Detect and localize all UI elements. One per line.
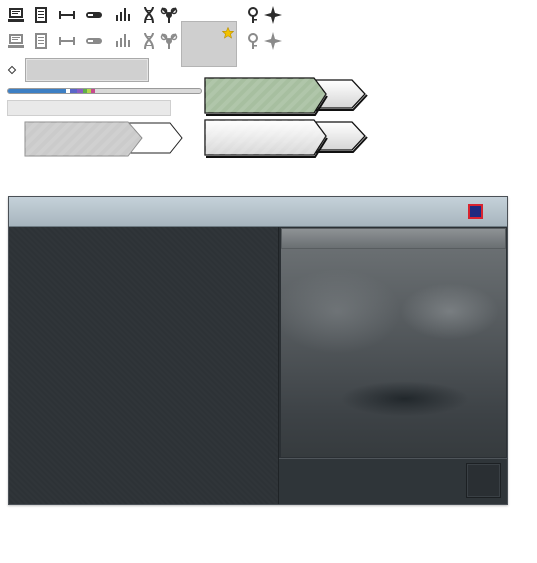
toggle-icon[interactable] <box>85 6 103 24</box>
bar-chart-icon <box>114 32 132 50</box>
computer-icon <box>7 32 25 50</box>
document-icon <box>32 32 50 50</box>
sparkle-icon[interactable] <box>264 6 282 24</box>
item-slot[interactable] <box>181 21 237 67</box>
preview-footer <box>279 458 507 504</box>
stat-bar <box>7 88 202 94</box>
diamond-bullet-icon <box>7 65 17 75</box>
pin-icon[interactable] <box>246 6 264 24</box>
sparkle-icon <box>264 32 282 50</box>
text-field[interactable] <box>25 58 149 82</box>
progress-track <box>7 100 171 116</box>
close-icon[interactable] <box>468 204 483 219</box>
bio-symbol-icon <box>160 32 178 50</box>
range-icon[interactable] <box>58 6 76 24</box>
range-icon <box>58 32 76 50</box>
preview-image <box>281 249 506 457</box>
left-pane <box>9 227 279 504</box>
bio-symbol-icon[interactable] <box>160 6 178 24</box>
bar-chart-icon[interactable] <box>114 6 132 24</box>
title-bar[interactable] <box>9 197 507 227</box>
computer-icon[interactable] <box>7 6 25 24</box>
dna-icon[interactable] <box>140 6 158 24</box>
gray-arrow-button[interactable] <box>24 121 186 159</box>
pin-icon <box>246 32 264 50</box>
light-arrow-button[interactable] <box>204 119 368 159</box>
toggle-icon <box>85 32 103 50</box>
right-pane <box>279 227 507 504</box>
stat-bar-segment <box>8 89 66 93</box>
preview-header <box>281 228 506 249</box>
dna-icon <box>140 32 158 50</box>
footer-slot[interactable] <box>466 463 501 498</box>
stat-bar-segment <box>90 89 95 93</box>
panel-window <box>8 196 508 505</box>
star-icon <box>221 24 235 39</box>
green-arrow-button[interactable] <box>204 77 368 117</box>
document-icon[interactable] <box>32 6 50 24</box>
stat-bar-segment <box>69 89 78 93</box>
